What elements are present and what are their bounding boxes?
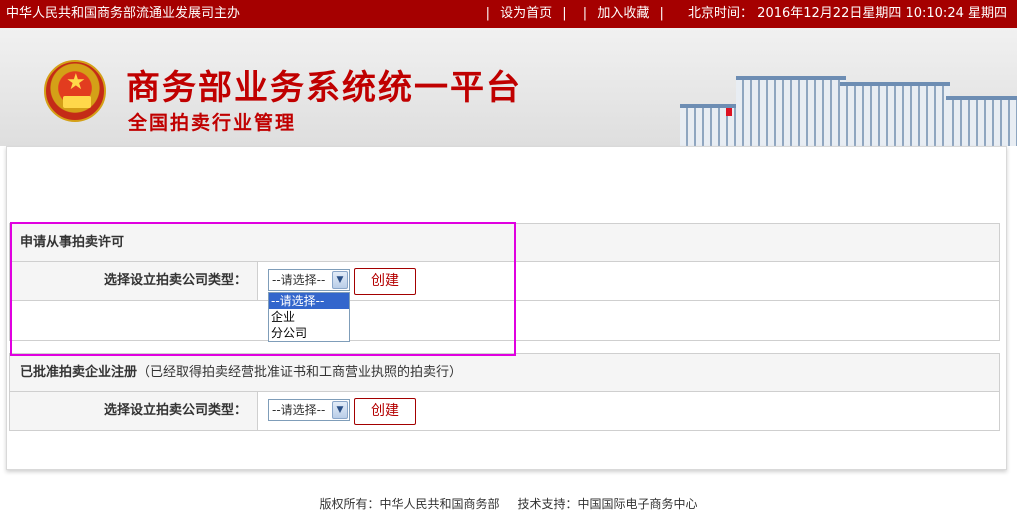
site-subtitle: 全国拍卖行业管理 — [128, 112, 297, 134]
section-heading-text: 已批准拍卖企业注册 — [20, 365, 138, 380]
building-icon — [946, 96, 1017, 146]
select-value: --请选择-- — [272, 403, 326, 417]
building-icon — [736, 76, 846, 146]
company-type-dropdown: --请选择-- 企业 分公司 — [268, 292, 350, 342]
separator: | — [659, 6, 664, 21]
building-icon — [840, 82, 950, 146]
separator: | — [562, 6, 567, 21]
separator: | — [582, 6, 588, 21]
top-bar-links: | 设为首页 | | 加入收藏 | 北京时间： 2016年12月22日星期四 1… — [480, 0, 1007, 28]
site-title: 商务部业务系统统一平台 — [126, 68, 522, 108]
chevron-down-icon[interactable]: ▼ — [332, 401, 348, 419]
section-heading: 已批准拍卖企业注册（已经取得拍卖经营批准证书和工商营业执照的拍卖行） — [10, 354, 999, 392]
ministry-building-image — [680, 68, 1017, 146]
footer: 版权所有：中华人民共和国商务部 技术支持：中国国际电子商务中心 — [0, 495, 1017, 512]
top-bar: 中华人民共和国商务部流通业发展司主办 | 设为首页 | | 加入收藏 | 北京时… — [0, 0, 1017, 28]
star-icon: ★ — [66, 70, 86, 95]
dropdown-option[interactable]: 分公司 — [269, 325, 349, 341]
section-heading-text: 申请从事拍卖许可 — [20, 235, 125, 250]
sponsor-text: 中华人民共和国商务部流通业发展司主办 — [6, 6, 241, 21]
select-value: --请选择-- — [272, 273, 326, 287]
empty-row — [10, 300, 999, 340]
registered-company-section: 已批准拍卖企业注册（已经取得拍卖经营批准证书和工商营业执照的拍卖行） 选择设立拍… — [9, 353, 1000, 431]
gate-icon — [63, 96, 91, 108]
create-button[interactable]: 创建 — [354, 268, 416, 295]
flag-icon — [726, 108, 732, 116]
apply-license-section: 申请从事拍卖许可 选择设立拍卖公司类型： --请选择-- ▼ 创建 --请选择-… — [9, 223, 1000, 342]
company-type-label: 选择设立拍卖公司类型： — [10, 262, 258, 300]
header-banner: ★ 商务部业务系统统一平台 全国拍卖行业管理 — [0, 28, 1017, 146]
company-type-select[interactable]: --请选择-- ▼ — [268, 269, 350, 291]
section-heading: 申请从事拍卖许可 — [10, 224, 999, 262]
company-type-row: 选择设立拍卖公司类型： --请选择-- ▼ 创建 — [10, 392, 999, 430]
company-type-row: 选择设立拍卖公司类型： --请选择-- ▼ 创建 --请选择-- 企业 分公司 — [10, 262, 999, 342]
clock-label: 北京时间： — [688, 6, 754, 21]
copyright-text: 版权所有：中华人民共和国商务部 — [319, 497, 500, 511]
dropdown-option[interactable]: 企业 — [269, 309, 349, 325]
add-favorite-link[interactable]: 加入收藏 — [597, 6, 649, 21]
clock-value: 2016年12月22日星期四 10:10:24 星期四 — [757, 6, 1007, 21]
tech-support-text: 技术支持：中国国际电子商务中心 — [517, 497, 698, 511]
separator: | — [485, 6, 490, 21]
company-type-select[interactable]: --请选择-- ▼ — [268, 399, 350, 421]
national-emblem-icon: ★ — [44, 60, 106, 122]
dropdown-option[interactable]: --请选择-- — [269, 293, 349, 309]
section-heading-note: （已经取得拍卖经营批准证书和工商营业执照的拍卖行） — [137, 365, 463, 380]
create-button[interactable]: 创建 — [354, 398, 416, 425]
set-home-link[interactable]: 设为首页 — [500, 6, 552, 21]
chevron-down-icon[interactable]: ▼ — [332, 271, 348, 289]
company-type-label: 选择设立拍卖公司类型： — [10, 392, 258, 430]
